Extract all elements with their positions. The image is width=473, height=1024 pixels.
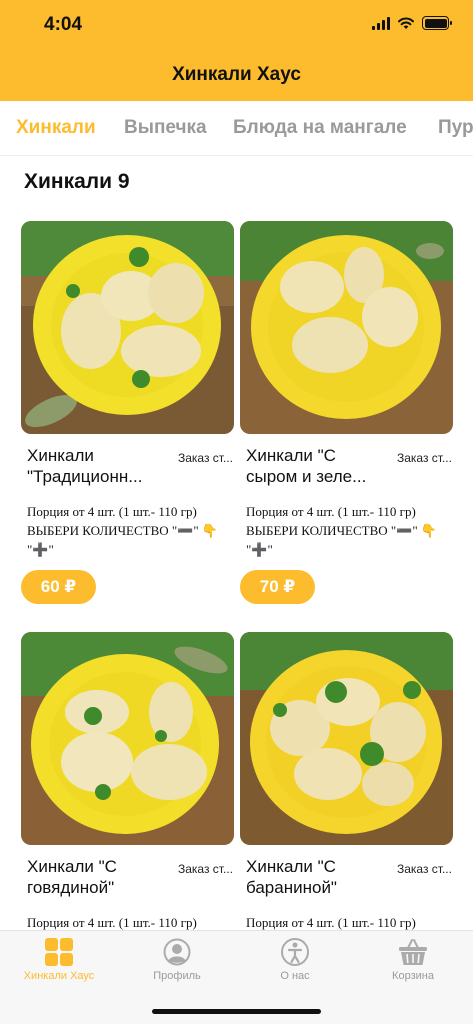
product-title: Хинкали "Традиционн... bbox=[27, 446, 143, 486]
product-description: Порция от 4 шт. (1 шт.- 110 гр) ВЫБЕРИ К… bbox=[27, 504, 219, 557]
product-image[interactable] bbox=[21, 632, 234, 845]
basket-icon bbox=[399, 939, 427, 965]
tab-mangal[interactable]: Блюда на мангале bbox=[233, 117, 407, 139]
order-label: Заказ ст... bbox=[397, 862, 452, 876]
tabbar-item-cart[interactable]: Корзина bbox=[354, 931, 472, 995]
profile-icon bbox=[163, 938, 191, 966]
tab-pur[interactable]: Пур bbox=[438, 117, 473, 139]
price-button[interactable]: 70 ₽ bbox=[240, 570, 315, 604]
price-button[interactable]: 60 ₽ bbox=[21, 570, 96, 604]
grid-icon bbox=[45, 938, 73, 966]
info-person-icon bbox=[281, 938, 309, 966]
section-title: Хинкали 9 bbox=[24, 170, 130, 193]
status-icons bbox=[372, 16, 452, 30]
tab-vypechka[interactable]: Выпечка bbox=[124, 117, 207, 139]
order-label: Заказ ст... bbox=[178, 451, 233, 465]
tabbar-item-about[interactable]: О нас bbox=[236, 931, 354, 995]
app-header: 4:04 Хинкали Хаус bbox=[0, 0, 473, 101]
product-title: Хинкали "С сыром и зеле... bbox=[246, 446, 367, 486]
product-description: Порция от 4 шт. (1 шт.- 110 гр) ВЫБЕРИ К… bbox=[246, 504, 438, 557]
tabbar-label: Профиль bbox=[153, 970, 201, 982]
product-title: Хинкали "С бараниной" bbox=[246, 857, 337, 897]
wifi-icon bbox=[398, 17, 414, 29]
cellular-signal-icon bbox=[372, 16, 390, 30]
status-time: 4:04 bbox=[44, 14, 83, 35]
product-image[interactable] bbox=[240, 632, 453, 845]
tabbar-label: Хинкали Хаус bbox=[23, 970, 95, 982]
order-label: Заказ ст... bbox=[397, 451, 452, 465]
tabbar-item-profile[interactable]: Профиль bbox=[118, 931, 236, 995]
tabbar-item-home[interactable]: Хинкали Хаус bbox=[0, 931, 118, 995]
order-label: Заказ ст... bbox=[178, 862, 233, 876]
battery-icon bbox=[422, 16, 452, 30]
product-image[interactable] bbox=[21, 221, 234, 434]
product-title: Хинкали "С говядиной" bbox=[27, 857, 117, 897]
home-indicator[interactable] bbox=[152, 1009, 321, 1014]
tabbar-label: Корзина bbox=[392, 970, 434, 982]
category-tabs[interactable]: Хинкали Выпечка Блюда на мангале Пур bbox=[0, 101, 473, 156]
page-title: Хинкали Хаус bbox=[172, 64, 301, 85]
product-image[interactable] bbox=[240, 221, 453, 434]
tabbar-label: О нас bbox=[280, 970, 310, 982]
tab-khinkali[interactable]: Хинкали bbox=[16, 117, 96, 139]
